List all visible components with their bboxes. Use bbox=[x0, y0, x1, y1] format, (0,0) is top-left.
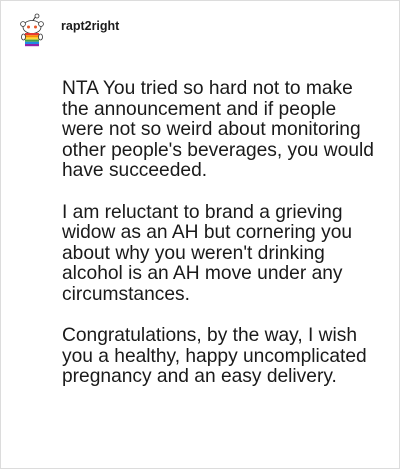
comment-card: rapt2right NTA You tried so hard not to … bbox=[0, 0, 400, 469]
comment-paragraph: I am reluctant to brand a grieving widow… bbox=[62, 201, 353, 305]
comment-body: NTA You tried so hard not to make the an… bbox=[62, 78, 382, 409]
snoo-avatar-graphic bbox=[20, 13, 44, 47]
comment-author-username[interactable]: rapt2right bbox=[61, 19, 119, 33]
comment-paragraph: NTA You tried so hard not to make the an… bbox=[62, 78, 374, 181]
comment-paragraph: Congratulations, by the way, I wish you … bbox=[62, 325, 367, 387]
comment-header: rapt2right bbox=[14, 13, 119, 49]
reddit-snoo-avatar-icon[interactable] bbox=[14, 13, 50, 49]
